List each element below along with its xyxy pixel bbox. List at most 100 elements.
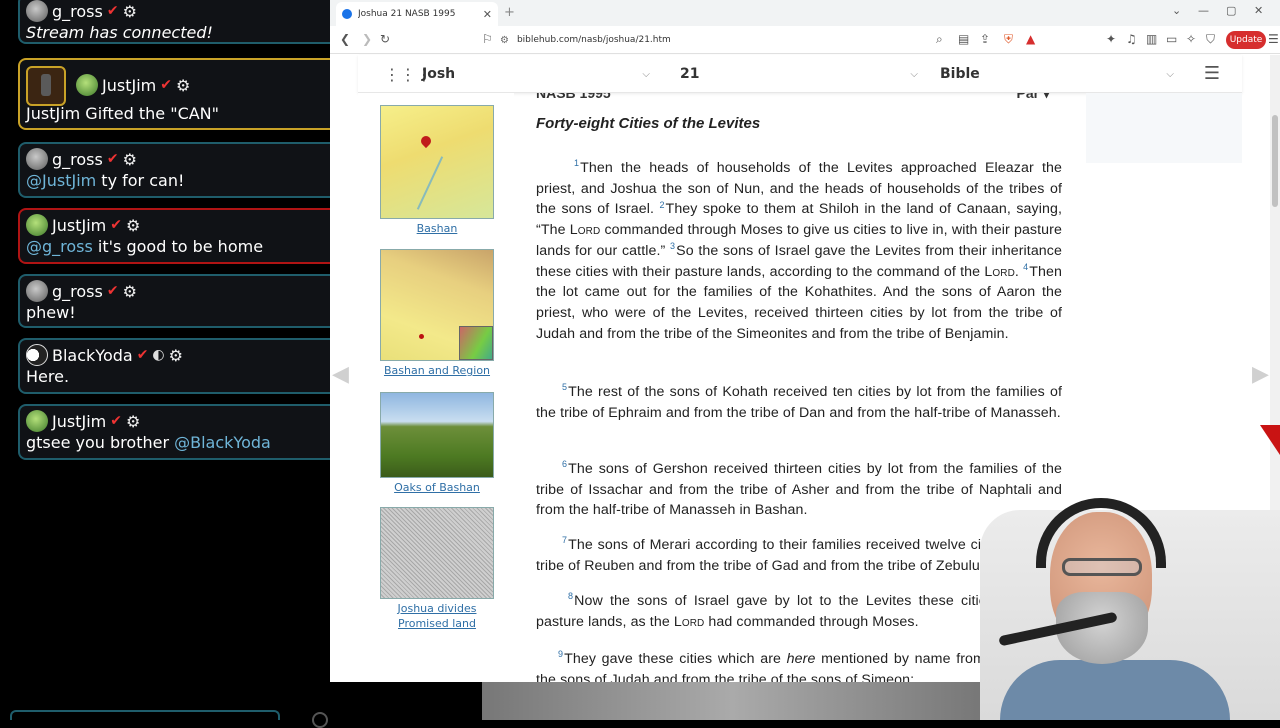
scrollbar-thumb[interactable] [1272,115,1278,207]
verse-number[interactable]: 9 [558,649,563,659]
verse-number[interactable]: 4 [1023,262,1028,272]
map-pin-icon [418,133,434,149]
next-chapter-icon[interactable]: ▶ [1252,362,1269,387]
site-info-icon[interactable]: ⚙ [500,35,509,46]
chat-message: g_ross ✔ ⚙ @JustJim ty for can! [18,142,330,198]
thumb-caption[interactable]: Oaks of Bashan [380,480,494,495]
forward-icon[interactable]: ❯ [362,32,372,46]
chat-mention: @g_ross [26,237,93,256]
map-image[interactable] [380,249,494,361]
gear-icon: ⚙ [122,281,137,301]
version-select[interactable]: Bible ⌵ [940,55,1174,93]
site-nav-bar: ⋮⋮⋮ Josh ⌵ 21 ⌵ Bible ⌵ ☰ [358,55,1242,93]
mod-badge-icon: ✔ [110,217,122,233]
thumb-joshua[interactable]: Joshua divides Promised land [380,507,494,631]
avatar [26,148,48,170]
leo-icon[interactable]: ✧ [1186,32,1196,46]
back-icon[interactable]: ❮ [340,32,350,46]
thumb-bashan-region[interactable]: Bashan and Region [380,249,494,378]
new-tab-icon[interactable]: + [504,5,515,20]
update-button[interactable]: Update [1226,31,1266,49]
wallet-icon[interactable]: ▭ [1166,32,1177,46]
hamburger-menu-icon[interactable]: ☰ [1204,63,1220,84]
chevron-down-icon: ⌵ [642,68,650,80]
chat-message: g_ross ✔ ⚙ phew! [18,274,330,328]
chat-username: JustJim [52,411,107,431]
prev-chapter-icon[interactable]: ◀ [332,362,349,387]
tab-search-icon[interactable]: ⌄ [1172,4,1181,17]
headset [1036,498,1166,568]
gear-icon: ⚙ [122,1,137,21]
url-text: biblehub.com/nasb/joshua/21.htm [516,35,671,45]
thumbnail-column: Bashan Bashan and Region Oaks of Bashan … [358,93,514,682]
chat-message: JustJim ✔ ⚙ @g_ross it's good to be home [18,208,330,264]
sidebar-icon[interactable]: ▥ [1146,32,1157,46]
media-icon[interactable]: ♫ [1126,32,1137,46]
menu-icon[interactable]: ☰ [1268,32,1279,46]
verse-number[interactable]: 7 [562,535,567,545]
close-tab-icon[interactable]: ✕ [483,8,492,21]
chat-message: g_ross ✔ ⚙ Stream has connected! [18,0,330,44]
reload-icon[interactable]: ↻ [380,32,390,46]
bookmark-icon[interactable]: ⚐ [482,32,493,46]
engraving-image[interactable] [380,507,494,599]
verse-number[interactable]: 1 [574,158,579,168]
thumb-caption[interactable]: Joshua divides Promised land [380,601,494,631]
thumb-bashan[interactable]: Bashan [380,105,494,236]
chevron-down-icon: ⌵ [910,68,918,80]
browser-tab[interactable]: Joshua 21 NASB 1995 ✕ [336,2,498,26]
minimize-icon[interactable]: — [1198,4,1209,17]
rewards-icon[interactable]: ▲ [1026,32,1035,46]
thumb-oaks[interactable]: Oaks of Bashan [380,392,494,495]
chat-mention: @JustJim [26,171,97,190]
reader-icon[interactable]: ▤ [958,32,969,46]
chapter-select[interactable]: 21 ⌵ [680,55,918,93]
landscape-photo[interactable] [380,392,494,478]
verse-emphasis: here [786,651,816,667]
close-window-icon[interactable]: ✕ [1254,4,1263,17]
chat-mention: @BlackYoda [174,433,271,452]
verse-text: The rest of the sons of Kohath received … [536,384,1062,421]
avatar [26,214,48,236]
avatar [26,280,48,302]
chat-text: JustJim Gifted the "CAN" [26,104,220,123]
overlay-accent [1260,425,1280,455]
overlay-circle [312,712,328,728]
thumb-caption[interactable]: Bashan and Region [380,363,494,378]
verse-text: They gave these cities which are [564,651,787,667]
share-icon[interactable]: ⇪ [980,32,990,46]
book-select[interactable]: Josh ⌵ [422,55,650,93]
avatar [26,344,48,366]
verse-text: . [1014,263,1019,280]
shield-icon: ◐ [152,347,165,363]
chat-message: JustJim ✔ ⚙ gtsee you brother @BlackYoda [18,404,330,460]
verse-number[interactable]: 3 [670,241,675,251]
version-banner: NASB 1995 Par ▾ [536,93,1062,102]
section-heading: Forty-eight Cities of the Levites [536,115,761,132]
gear-icon: ⚙ [122,149,137,169]
chat-message: BlackYoda ✔ ◐ ⚙ Here. [18,338,330,394]
chat-text: it's good to be home [92,237,264,256]
gift-can-icon [26,66,66,106]
verse-number[interactable]: 2 [659,200,664,210]
extensions-icon[interactable]: ✦ [1106,32,1116,46]
zoom-icon[interactable]: ⌕ [936,32,943,47]
gear-icon: ⚙ [125,215,141,235]
mod-badge-icon: ✔ [110,413,122,429]
chapter-select-value: 21 [680,66,700,82]
tab-strip: Joshua 21 NASB 1995 ✕ + ⌄ — ▢ ✕ [330,0,1280,26]
verse-number[interactable]: 5 [562,382,567,392]
mod-badge-icon: ✔ [160,77,172,93]
version-select-value: Bible [940,66,980,82]
map-image[interactable] [380,105,494,219]
brave-shield-icon[interactable]: ⛨ [1004,32,1013,47]
par-link[interactable]: Par ▾ [1017,93,1051,102]
vpn-icon[interactable]: ⛉ [1206,32,1215,47]
chat-text: ty for can! [96,171,185,190]
verse-number[interactable]: 8 [568,591,573,601]
verse-number[interactable]: 6 [562,459,567,469]
maximize-icon[interactable]: ▢ [1226,4,1236,17]
thumb-caption[interactable]: Bashan [380,221,494,236]
chat-text: Here. [26,367,70,386]
stream-chat: g_ross ✔ ⚙ Stream has connected! JustJim ✔ ⚙… [0,0,330,720]
